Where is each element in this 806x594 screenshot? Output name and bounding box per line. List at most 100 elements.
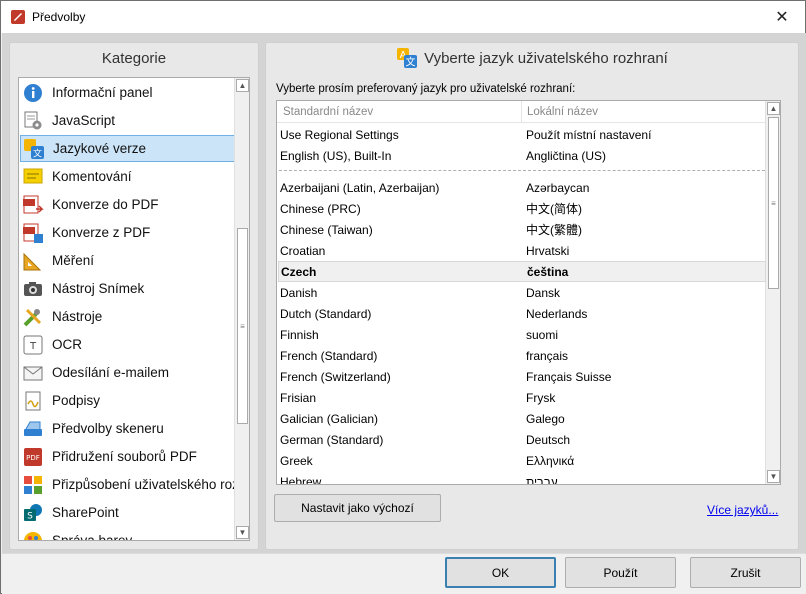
table-row[interactable]: Greek Ελληνικά — [278, 450, 766, 471]
standard-name-cell: Dutch (Standard) — [280, 306, 372, 321]
table-row[interactable]: Use Regional Settings Použít místní nasta… — [278, 124, 766, 145]
dialog-footer: OK Použít Zrušit — [2, 553, 806, 594]
scroll-down-button[interactable]: ▼ — [236, 526, 249, 539]
table-row[interactable]: Galician (Galician) Galego — [278, 408, 766, 429]
table-row[interactable]: Dutch (Standard) Nederlands — [278, 303, 766, 324]
local-name-cell: Deutsch — [526, 432, 571, 447]
local-name-cell: Dansk — [526, 285, 561, 300]
language-icon: 文 — [23, 138, 45, 160]
color-icon — [22, 530, 44, 540]
local-name-cell: 中文(繁體) — [526, 223, 582, 237]
table-row[interactable]: Azerbaijani (Latin, Azerbaijan) Azərbayca… — [278, 177, 766, 198]
language-panel-header: A 文 Vyberte jazyk uživatelského rozhraní — [266, 43, 798, 73]
pdf-file-icon: PDF — [22, 446, 44, 468]
standard-name-cell: German (Standard) — [280, 432, 384, 447]
standard-name-cell: Chinese (Taiwan) — [280, 222, 373, 237]
category-label: Konverze z PDF — [52, 225, 151, 240]
category-scrollbar[interactable]: ▲ ≡ ▼ — [234, 78, 249, 540]
scroll-down-button[interactable]: ▼ — [767, 470, 780, 483]
signature-icon — [22, 390, 44, 412]
standard-name-cell: Greek — [280, 453, 313, 468]
table-row[interactable]: Czech čeština — [278, 261, 766, 282]
scroll-up-button[interactable]: ▲ — [767, 102, 780, 115]
envelope-icon — [22, 362, 44, 384]
more-languages-link[interactable]: Více jazyků... — [707, 503, 778, 517]
table-row[interactable]: English (US), Built-In Angličtina (US) — [278, 145, 766, 166]
svg-text:文: 文 — [33, 147, 42, 159]
category-item[interactable]: T OCR — [20, 331, 237, 358]
category-item[interactable]: JavaScript — [20, 107, 237, 134]
category-item[interactable]: Správa barev — [20, 527, 237, 540]
local-name-cell: Français Suisse — [526, 369, 612, 384]
standard-name-cell: Use Regional Settings — [280, 127, 399, 142]
category-item[interactable]: Přizpůsobení uživatelského roz — [20, 471, 239, 498]
column-header-local[interactable]: Lokální název — [527, 101, 598, 123]
pdf-convert-icon — [22, 194, 44, 216]
local-name-cell: Hrvatski — [526, 243, 570, 258]
standard-name-cell: French (Switzerland) — [280, 369, 391, 384]
scroll-up-button[interactable]: ▲ — [236, 79, 249, 92]
scroll-thumb[interactable]: ≡ — [768, 117, 779, 289]
category-item[interactable]: Podpisy — [20, 387, 237, 414]
close-button[interactable]: ✕ — [759, 1, 805, 33]
standard-name-cell: French (Standard) — [280, 348, 378, 363]
category-item[interactable]: Konverze do PDF — [20, 191, 237, 218]
category-item[interactable]: Předvolby skeneru — [20, 415, 237, 442]
table-row[interactable]: Chinese (PRC) 中文(简体) — [278, 198, 766, 219]
table-row[interactable]: Danish Dansk — [278, 282, 766, 303]
local-name-cell: Azərbaycan — [526, 180, 590, 195]
language-panel: A 文 Vyberte jazyk uživatelského rozhraní… — [265, 42, 799, 550]
table-row[interactable]: Croatian Hrvatski — [278, 240, 766, 261]
category-label: Přidružení souborů PDF — [52, 449, 197, 464]
set-default-button[interactable]: Nastavit jako výchozí — [274, 494, 441, 522]
local-name-cell: suomi — [526, 327, 559, 342]
scroll-thumb[interactable]: ≡ — [237, 228, 248, 424]
category-item[interactable]: Informační panel — [20, 79, 237, 106]
table-row[interactable]: Frisian Frysk — [278, 387, 766, 408]
local-name-cell: עברית — [526, 474, 558, 485]
scanner-icon — [22, 418, 44, 440]
local-name-cell: Nederlands — [526, 306, 588, 321]
window-title: Předvolby — [32, 10, 86, 24]
category-label: Odesílání e-mailem — [52, 365, 170, 380]
standard-name-cell: Finnish — [280, 327, 319, 342]
category-item[interactable]: Nástroje — [20, 303, 237, 330]
category-header: Kategorie — [101, 49, 167, 67]
category-item[interactable]: Měření — [20, 247, 237, 274]
local-name-cell: čeština — [527, 264, 569, 279]
standard-name-cell: Croatian — [280, 243, 326, 258]
table-row[interactable]: Hebrew עברית — [278, 471, 766, 485]
apply-button[interactable]: Použít — [565, 557, 676, 588]
table-row[interactable]: Chinese (Taiwan) 中文(繁體) — [278, 219, 766, 240]
category-list[interactable]: Správa barev S SharePoint Přizpůsobení uživ… — [18, 77, 250, 541]
category-item[interactable]: Komentování — [20, 163, 237, 190]
ocr-icon: T — [22, 334, 44, 356]
local-name-cell: 中文(简体) — [526, 202, 582, 216]
category-label: Měření — [52, 253, 95, 268]
local-name-cell: Ελληνικά — [526, 453, 575, 468]
category-item[interactable]: PDF Přidružení souborů PDF — [20, 443, 237, 470]
language-scrollbar[interactable]: ▲ ≡ ▼ — [765, 101, 780, 484]
category-item[interactable]: Nástroj Snímek — [20, 275, 237, 302]
table-row[interactable]: Finnish suomi — [278, 324, 766, 345]
language-table[interactable]: Standardní název Lokální název ▲ ≡ ▼ Use… — [276, 100, 781, 485]
tools-icon — [22, 306, 44, 328]
table-row[interactable]: German (Standard) Deutsch — [278, 429, 766, 450]
table-row[interactable]: French (Standard) français — [278, 345, 766, 366]
category-item[interactable]: S SharePoint — [20, 499, 237, 526]
table-row[interactable]: French (Switzerland) Français Suisse — [278, 366, 766, 387]
ok-button[interactable]: OK — [445, 557, 556, 588]
standard-name-cell: Galician (Galician) — [280, 411, 379, 426]
comment-icon — [22, 166, 44, 188]
standard-name-cell: Frisian — [280, 390, 317, 405]
local-name-cell: Galego — [526, 411, 565, 426]
category-label: JavaScript — [52, 113, 116, 128]
category-label: OCR — [52, 337, 82, 352]
app-logo-icon — [11, 10, 25, 24]
category-item[interactable]: Konverze z PDF — [20, 219, 237, 246]
category-item[interactable]: 文 Jazykové verze — [20, 135, 237, 162]
category-item[interactable]: Odesílání e-mailem — [20, 359, 237, 386]
column-header-standard[interactable]: Standardní název — [283, 101, 373, 123]
local-name-cell: Angličtina (US) — [526, 148, 607, 163]
cancel-button[interactable]: Zrušit — [690, 557, 801, 588]
